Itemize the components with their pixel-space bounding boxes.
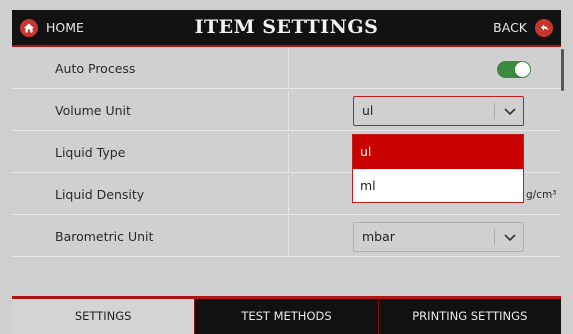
barometric-unit-select[interactable]: mbar — [353, 222, 524, 252]
density-unit: g/cm³ — [526, 189, 557, 201]
tab-settings[interactable]: SETTINGS — [12, 299, 196, 334]
tab-printing-settings[interactable]: PRINTING SETTINGS — [379, 299, 561, 334]
bottom-tab-bar: SETTINGS TEST METHODS PRINTING SETTINGS — [12, 296, 561, 334]
tab-test-methods[interactable]: TEST METHODS — [195, 299, 379, 334]
dropdown-option-ul[interactable]: ul — [353, 135, 523, 169]
select-separator — [494, 103, 495, 119]
setting-label: Volume Unit — [55, 103, 131, 118]
volume-unit-dropdown: ul ml — [352, 134, 524, 203]
setting-label: Liquid Type — [55, 145, 126, 160]
list-scrollbar[interactable] — [561, 49, 564, 91]
page-title: ITEM SETTINGS — [194, 16, 379, 38]
select-separator — [494, 229, 495, 245]
chevron-down-icon — [500, 229, 520, 245]
row-divider — [288, 217, 289, 257]
back-button[interactable]: BACK — [493, 10, 553, 45]
row-divider — [288, 91, 289, 131]
setting-label: Barometric Unit — [55, 229, 154, 244]
chevron-down-icon — [500, 103, 520, 119]
setting-row-barometric-unit: Barometric Unit mbar — [12, 217, 561, 257]
top-bar: HOME ITEM SETTINGS BACK — [12, 10, 561, 47]
select-value: mbar — [362, 229, 395, 244]
row-divider — [288, 133, 289, 173]
setting-label: Auto Process — [55, 61, 136, 76]
back-arrow-icon — [535, 18, 553, 37]
row-divider — [288, 49, 289, 89]
row-divider — [288, 175, 289, 215]
auto-process-toggle[interactable] — [497, 61, 531, 78]
volume-unit-select[interactable]: ul — [353, 96, 524, 126]
back-label: BACK — [493, 20, 527, 35]
setting-row-auto-process: Auto Process — [12, 49, 561, 89]
dropdown-option-ml[interactable]: ml — [353, 169, 523, 203]
setting-row-volume-unit: Volume Unit ul — [12, 91, 561, 131]
toggle-knob — [515, 62, 530, 77]
setting-label: Liquid Density — [55, 187, 145, 202]
select-value: ul — [362, 103, 374, 118]
